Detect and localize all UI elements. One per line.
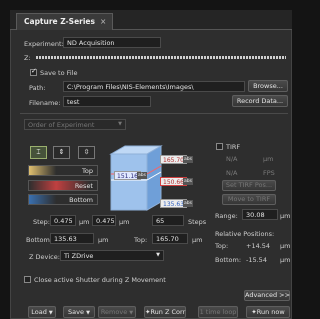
tirf-label: TIRF xyxy=(226,143,241,151)
divider xyxy=(20,113,288,114)
order-of-experiment-dropdown[interactable]: Order of Experiment ▼ xyxy=(24,119,126,130)
experiment-label: Experiment: xyxy=(24,40,64,48)
run-zcorr-label: Run Z Corr xyxy=(150,308,186,316)
range-field[interactable]: 30.08 xyxy=(242,209,278,220)
save-to-file-checkbox[interactable] xyxy=(30,67,37,76)
steps-label: Steps xyxy=(188,218,207,226)
tirf-unit-1: µm xyxy=(263,155,274,163)
chevron-down-icon: ▼ xyxy=(129,310,134,316)
range-label: Range: xyxy=(215,212,238,220)
reset-button[interactable]: Reset xyxy=(28,180,98,191)
zdevice-label: Z Device: xyxy=(29,253,60,261)
advanced-button[interactable]: Advanced >> xyxy=(244,290,290,301)
filename-label: Filename: xyxy=(29,99,61,107)
save-button[interactable]: Save ▼ xyxy=(63,306,95,318)
browse-button[interactable]: Browse... xyxy=(248,80,288,92)
move-to-tirf-button[interactable]: Move to TIRF xyxy=(222,194,276,205)
rel-top-unit: µm xyxy=(280,242,291,250)
rel-bottom-unit: µm xyxy=(280,256,291,264)
top-abs-tag: abs xyxy=(183,156,193,163)
remove-label: Remove xyxy=(100,308,128,316)
relative-positions-label: Relative Positions: xyxy=(215,230,275,238)
step-secondary-field[interactable]: 0.475 xyxy=(92,215,116,226)
step-unit: µm xyxy=(79,218,90,226)
current-abs-tag: abs xyxy=(183,178,193,185)
tirf-unit-2: FPS xyxy=(263,169,275,177)
asymmetric-mode-icon[interactable]: ⇳ xyxy=(78,146,95,159)
step-label: Step: xyxy=(33,218,50,226)
reset-button-label: Reset xyxy=(74,182,93,190)
symmetric-mode-icon[interactable]: ⇕ xyxy=(53,146,70,159)
close-shutter-label: Close active Shutter during Z Movement xyxy=(34,276,166,284)
chevron-down-icon: ▼ xyxy=(86,310,90,316)
tab-title: Capture Z-Series xyxy=(24,17,95,26)
tab-capture-zseries[interactable]: Capture Z-Series × xyxy=(16,13,114,30)
chevron-down-icon: ▼ xyxy=(118,121,122,127)
steps-field[interactable]: 65 xyxy=(152,215,184,226)
tirf-na-2: N/A xyxy=(226,169,238,177)
set-tirf-pos-button[interactable]: Set TIRF Pos... xyxy=(222,180,276,191)
zstack-mode-icon[interactable]: ⌶ xyxy=(30,146,47,159)
top-button[interactable]: Top xyxy=(28,165,98,176)
path-field[interactable]: C:\Program Files\NIS-Elements\Images\ xyxy=(63,81,245,92)
run-now-button[interactable]: ✦Run now xyxy=(246,306,290,318)
save-to-file-label: Save to File xyxy=(40,69,78,77)
top-button-label: Top xyxy=(82,167,93,175)
chevron-down-icon: ▼ xyxy=(156,252,160,258)
path-label: Path: xyxy=(29,84,46,92)
save-label: Save xyxy=(68,308,85,316)
time-loop-button[interactable]: 1 time loop xyxy=(198,306,238,318)
bottom-field-label: Bottom: xyxy=(26,236,53,244)
experiment-field[interactable]: ND Acquisition xyxy=(63,37,161,48)
close-icon[interactable]: × xyxy=(100,17,106,26)
close-shutter-checkbox[interactable] xyxy=(24,276,31,283)
rel-bottom-value: -15.54 xyxy=(246,256,267,264)
bottom-button-label: Bottom xyxy=(69,196,93,204)
mid-abs-tag: abs xyxy=(137,172,147,179)
bottom-button[interactable]: Bottom xyxy=(28,194,98,205)
rel-top-label: Top: xyxy=(215,242,229,250)
tirf-na-1: N/A xyxy=(226,155,238,163)
rel-top-value: +14.54 xyxy=(246,242,271,250)
step-secondary-unit: µm xyxy=(119,218,130,226)
bottom-field-unit: µm xyxy=(98,236,109,244)
chevron-down-icon: ▼ xyxy=(48,310,53,316)
load-label: Load xyxy=(31,308,47,316)
top-field-label: Top: xyxy=(134,236,148,244)
top-field-unit: µm xyxy=(192,236,203,244)
tirf-checkbox[interactable] xyxy=(216,143,223,150)
zdevice-value: Ti ZDrive xyxy=(64,252,94,260)
top-field[interactable]: 165.70 xyxy=(152,233,188,244)
rel-bottom-label: Bottom: xyxy=(215,256,242,264)
z-progress-stripe xyxy=(36,56,286,59)
run-zcorr-button[interactable]: ✦Run Z Corr xyxy=(144,306,186,318)
z-label: Z: xyxy=(24,54,31,62)
order-of-experiment-label: Order of Experiment xyxy=(28,121,95,129)
run-now-label: Run now xyxy=(256,308,285,316)
load-button[interactable]: Load ▼ xyxy=(28,306,56,318)
bottom-field[interactable]: 135.63 xyxy=(50,233,94,244)
record-data-button[interactable]: Record Data... xyxy=(232,95,288,107)
step-field[interactable]: 0.475 xyxy=(50,215,76,226)
filename-field[interactable]: test xyxy=(63,96,151,107)
bottom-abs-tag: abs xyxy=(183,200,193,207)
remove-button[interactable]: Remove ▼ xyxy=(98,306,136,318)
range-unit: µm xyxy=(280,212,291,220)
zdevice-dropdown[interactable]: Ti ZDrive ▼ xyxy=(60,250,164,261)
